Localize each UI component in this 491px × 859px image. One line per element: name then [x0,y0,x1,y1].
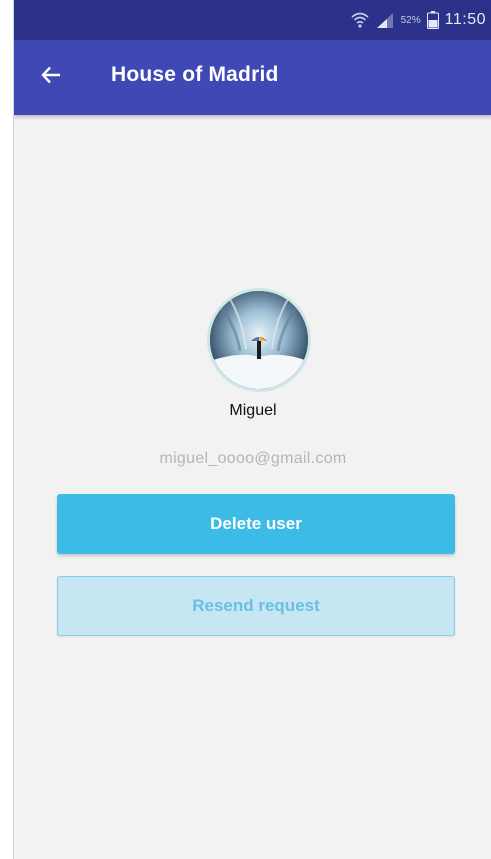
battery-icon [426,11,439,29]
page-title: House of Madrid [111,63,279,86]
delete-user-button[interactable]: Delete user [57,494,455,554]
wifi-icon [351,11,369,29]
status-time: 11:50 [444,11,486,28]
battery-percent: 52% [400,14,421,26]
back-button[interactable] [36,62,66,92]
status-bar: 52% 11:50 [14,0,491,40]
resend-request-button[interactable]: Resend request [57,576,455,636]
avatar-image [210,291,308,389]
user-email: miguel_oooo@gmail.com [159,450,347,467]
user-name: Miguel [229,402,277,419]
status-items: 52% 11:50 [351,9,486,31]
signal-icon [375,12,395,28]
arrow-left-icon [40,64,62,91]
avatar [207,288,311,392]
app-screen: 52% 11:50 House of Madrid Miguel miguel_… [13,0,491,859]
app-bar: House of Madrid [14,40,491,115]
